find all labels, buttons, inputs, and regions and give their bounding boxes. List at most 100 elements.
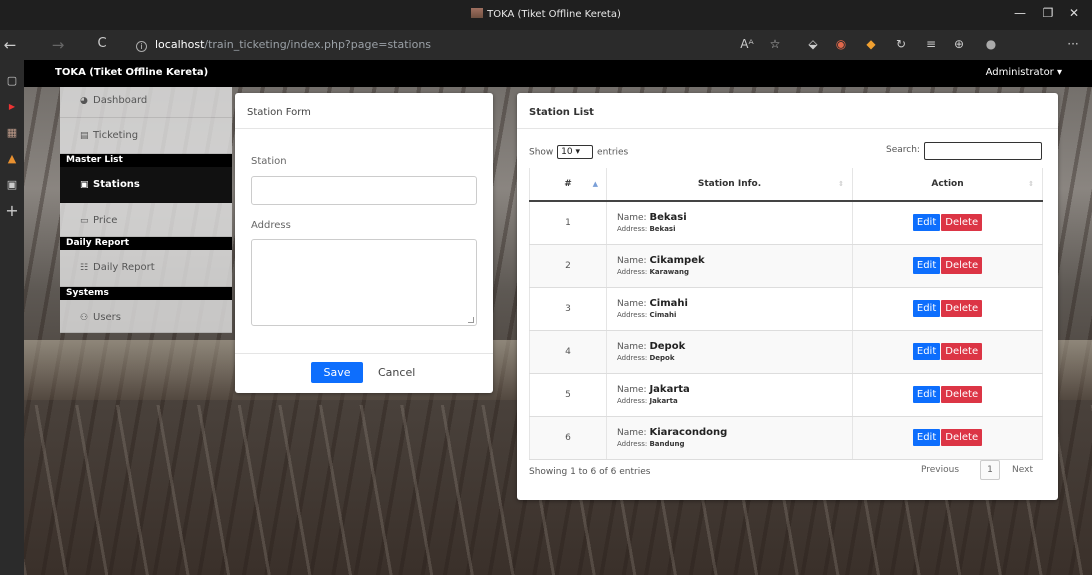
row-number: 5 [529, 373, 607, 417]
station-address: Karawang [649, 268, 689, 276]
dashboard-icon: ◕ [80, 96, 88, 106]
money-icon: ▭ [80, 216, 89, 226]
extension-record-icon[interactable]: ◉ [832, 37, 850, 51]
delete-button[interactable]: Delete [941, 214, 983, 232]
sidebar-header-master: Master List [60, 154, 232, 167]
sidebar-item-dashboard[interactable]: ◕ Dashboard [60, 87, 232, 118]
edit-button[interactable]: Edit [912, 429, 941, 446]
row-number: 4 [529, 330, 607, 374]
column-header-number[interactable]: # ▲ [529, 168, 607, 202]
station-name: Bekasi [649, 212, 687, 224]
profile-avatar-icon[interactable]: ● [982, 37, 1000, 51]
station-address: Bekasi [649, 225, 676, 234]
search-input[interactable] [924, 142, 1042, 160]
pagination-page-1[interactable]: 1 [980, 460, 1000, 480]
column-header-station-info[interactable]: Station Info. ⇕ [606, 168, 853, 202]
user-menu[interactable]: Administrator ▾ [986, 67, 1062, 78]
list-icon: ▣ [80, 180, 89, 190]
close-button[interactable]: ✕ [1064, 6, 1084, 20]
station-form-card: Station Form Station Address Save Cancel [235, 93, 493, 393]
delete-button[interactable]: Delete [941, 343, 983, 360]
sidebar-item-stations[interactable]: ▣ Stations [60, 167, 232, 203]
station-name: Jakarta [649, 384, 690, 395]
row-number: 1 [529, 201, 607, 245]
extension-diamond-icon[interactable]: ◆ [862, 37, 880, 51]
ticket-icon: ▤ [80, 131, 89, 141]
minimize-button[interactable]: — [1010, 6, 1030, 20]
table-row: 3 Name: Cimahi Address: Cimahi Edit Delete [529, 287, 1043, 331]
calendar-tab-icon[interactable]: ▣ [4, 178, 20, 192]
sidebar-header-daily: Daily Report [60, 237, 232, 250]
read-aloud-icon[interactable]: Aᴬ [738, 37, 756, 51]
refresh-extension-icon[interactable]: ↻ [892, 37, 910, 51]
back-button[interactable]: ← [0, 36, 20, 54]
tab-actions-icon[interactable]: ▢ [4, 74, 20, 88]
entries-label: entries [597, 147, 629, 158]
forward-button[interactable]: → [48, 36, 68, 54]
pagination-previous[interactable]: Previous [921, 465, 959, 475]
sidebar-item-users[interactable]: ⚇ Users [60, 300, 232, 333]
app-brand[interactable]: TOKA (Tiket Offline Kereta) [55, 67, 208, 78]
sidebar-item-price[interactable]: ▭ Price [60, 203, 232, 237]
edit-button[interactable]: Edit [912, 343, 941, 360]
collections-icon[interactable]: ⊕ [950, 37, 968, 51]
window-titlebar: TOKA (Tiket Offline Kereta) — ❐ ✕ [0, 0, 1092, 30]
favorites-list-icon[interactable]: ≡ [922, 37, 940, 51]
sidebar-item-daily-report[interactable]: ☷ Daily Report [60, 250, 232, 287]
table-icon: ☷ [80, 263, 89, 273]
station-label: Station [251, 156, 287, 167]
station-address: Depok [649, 354, 675, 362]
address-textarea[interactable] [251, 239, 477, 326]
delete-button[interactable]: Delete [941, 386, 983, 403]
sidebar-item-ticketing[interactable]: ▤ Ticketing [60, 118, 232, 154]
show-label: Show [529, 147, 554, 158]
url-host: localhost [155, 38, 205, 51]
extension-icon[interactable]: ⬙ [804, 37, 822, 51]
cancel-button[interactable]: Cancel [378, 362, 415, 383]
save-button[interactable]: Save [311, 362, 363, 383]
tab-favicon-icon [471, 8, 484, 18]
stations-table: # ▲ Station Info. ⇕ Action ⇕ 1 Name: Bekasi… [529, 168, 1043, 460]
station-form-title: Station Form [235, 93, 493, 129]
more-menu-icon[interactable]: ··· [1064, 37, 1082, 51]
row-number: 2 [529, 244, 607, 288]
sort-icon: ⇕ [838, 180, 844, 188]
site-info-icon[interactable]: i [136, 41, 147, 52]
youtube-tab-icon[interactable]: ▶ [4, 100, 20, 114]
vertical-tabs-strip: ▢ ▶ ▦ ▲ ▣ + [0, 60, 24, 575]
search-label: Search: [886, 145, 920, 155]
entries-length-control: Show 10 ▾ entries [529, 145, 628, 159]
delete-button[interactable]: Delete [941, 257, 983, 274]
station-input[interactable] [251, 176, 477, 205]
edit-button[interactable]: Edit [912, 386, 941, 403]
edit-button[interactable]: Edit [912, 257, 941, 274]
delete-button[interactable]: Delete [941, 429, 983, 446]
entries-select[interactable]: 10 ▾ [557, 145, 594, 159]
browser-toolbar: ← → C i localhost/train_ticketing/index.p… [0, 30, 1092, 60]
edit-button[interactable]: Edit [912, 214, 941, 232]
delete-button[interactable]: Delete [941, 300, 983, 317]
table-row: 6 Name: Kiaracondong Address: Bandung Edi… [529, 416, 1043, 460]
pagination-next[interactable]: Next [1012, 465, 1033, 475]
station-address: Cimahi [649, 311, 677, 319]
sidebar-item-label: Daily Report [93, 262, 155, 273]
address-bar[interactable]: i localhost/train_ticketing/index.php?pag… [136, 38, 431, 52]
address-label: Address [251, 220, 291, 231]
reload-button[interactable]: C [92, 36, 112, 51]
table-info: Showing 1 to 6 of 6 entries [529, 467, 651, 477]
url-path: /train_ticketing/index.php?page=stations [204, 38, 432, 51]
toka-tab-icon[interactable]: ▦ [4, 126, 20, 140]
favorite-star-icon[interactable]: ☆ [766, 37, 784, 51]
restore-button[interactable]: ❐ [1038, 6, 1058, 20]
station-name: Kiaracondong [649, 427, 728, 438]
edit-button[interactable]: Edit [912, 300, 941, 317]
column-header-action[interactable]: Action ⇕ [852, 168, 1043, 202]
new-tab-plus-icon[interactable]: + [4, 203, 20, 219]
sidebar-header-systems: Systems [60, 287, 232, 300]
app-tab-icon[interactable]: ▲ [4, 152, 20, 166]
table-row: 5 Name: Jakarta Address: Jakarta Edit Dele… [529, 373, 1043, 417]
station-list-title: Station List [517, 93, 1058, 129]
station-address: Jakarta [649, 397, 678, 405]
search-control: Search: [886, 142, 1042, 160]
sidebar-item-label: Stations [93, 179, 140, 190]
